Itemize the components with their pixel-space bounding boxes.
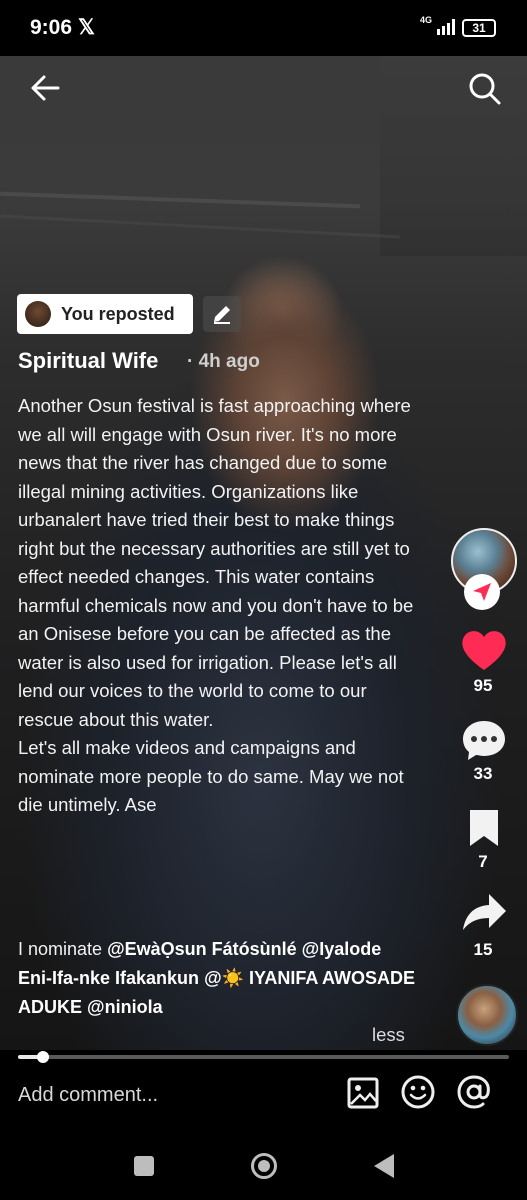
- heart-icon[interactable]: [459, 628, 509, 672]
- emoji-icon[interactable]: [400, 1074, 436, 1110]
- back-arrow-icon[interactable]: [28, 70, 64, 106]
- battery-icon: 31: [462, 19, 496, 37]
- progress-handle[interactable]: [36, 1051, 49, 1063]
- system-back-button[interactable]: [372, 1152, 396, 1180]
- comment-icon[interactable]: [460, 718, 508, 762]
- status-time: 9:06: [30, 16, 73, 39]
- reposter-avatar: [25, 301, 51, 327]
- at-icon[interactable]: [456, 1074, 492, 1110]
- progress-track[interactable]: [18, 1055, 509, 1059]
- add-comment-input[interactable]: Add comment...: [18, 1084, 158, 1107]
- nominate-line: I nominate @EwàỌsun Fátósùnlé @Iyalode E…: [18, 935, 418, 1022]
- video-background-wall: [380, 56, 527, 256]
- post-time: · 4h ago: [187, 351, 260, 372]
- like-count: 95: [473, 676, 493, 695]
- follow-button[interactable]: [464, 574, 500, 610]
- share-icon[interactable]: [461, 892, 507, 932]
- edit-icon: [214, 306, 230, 324]
- less-toggle[interactable]: less: [372, 1024, 405, 1046]
- reposted-indicator[interactable]: You reposted: [17, 294, 193, 334]
- mention-link[interactable]: @EwàỌsun Fátósùnlé: [107, 939, 297, 959]
- recents-button[interactable]: [134, 1156, 154, 1176]
- comment-count: 33: [473, 764, 493, 783]
- repost-label: You reposted: [61, 303, 175, 324]
- image-icon[interactable]: [346, 1076, 380, 1110]
- mention-link[interactable]: @niniola: [87, 997, 163, 1017]
- bookmark-count: 7: [478, 852, 488, 871]
- share-count: 15: [473, 940, 493, 959]
- send-icon: [473, 583, 491, 601]
- home-button[interactable]: [250, 1152, 278, 1180]
- sound-disc[interactable]: [456, 984, 518, 1046]
- signal-icon: [437, 19, 455, 35]
- bookmark-icon[interactable]: [466, 808, 502, 848]
- edit-repost-button[interactable]: [203, 296, 241, 332]
- search-icon[interactable]: [466, 70, 502, 106]
- x-app-icon: 𝕏: [78, 16, 95, 39]
- author-name[interactable]: Spiritual Wife: [18, 348, 158, 374]
- network-indicator: 4G: [420, 15, 433, 25]
- nominate-prefix: I nominate: [18, 939, 108, 959]
- post-caption: Another Osun festival is fast approachin…: [18, 395, 414, 815]
